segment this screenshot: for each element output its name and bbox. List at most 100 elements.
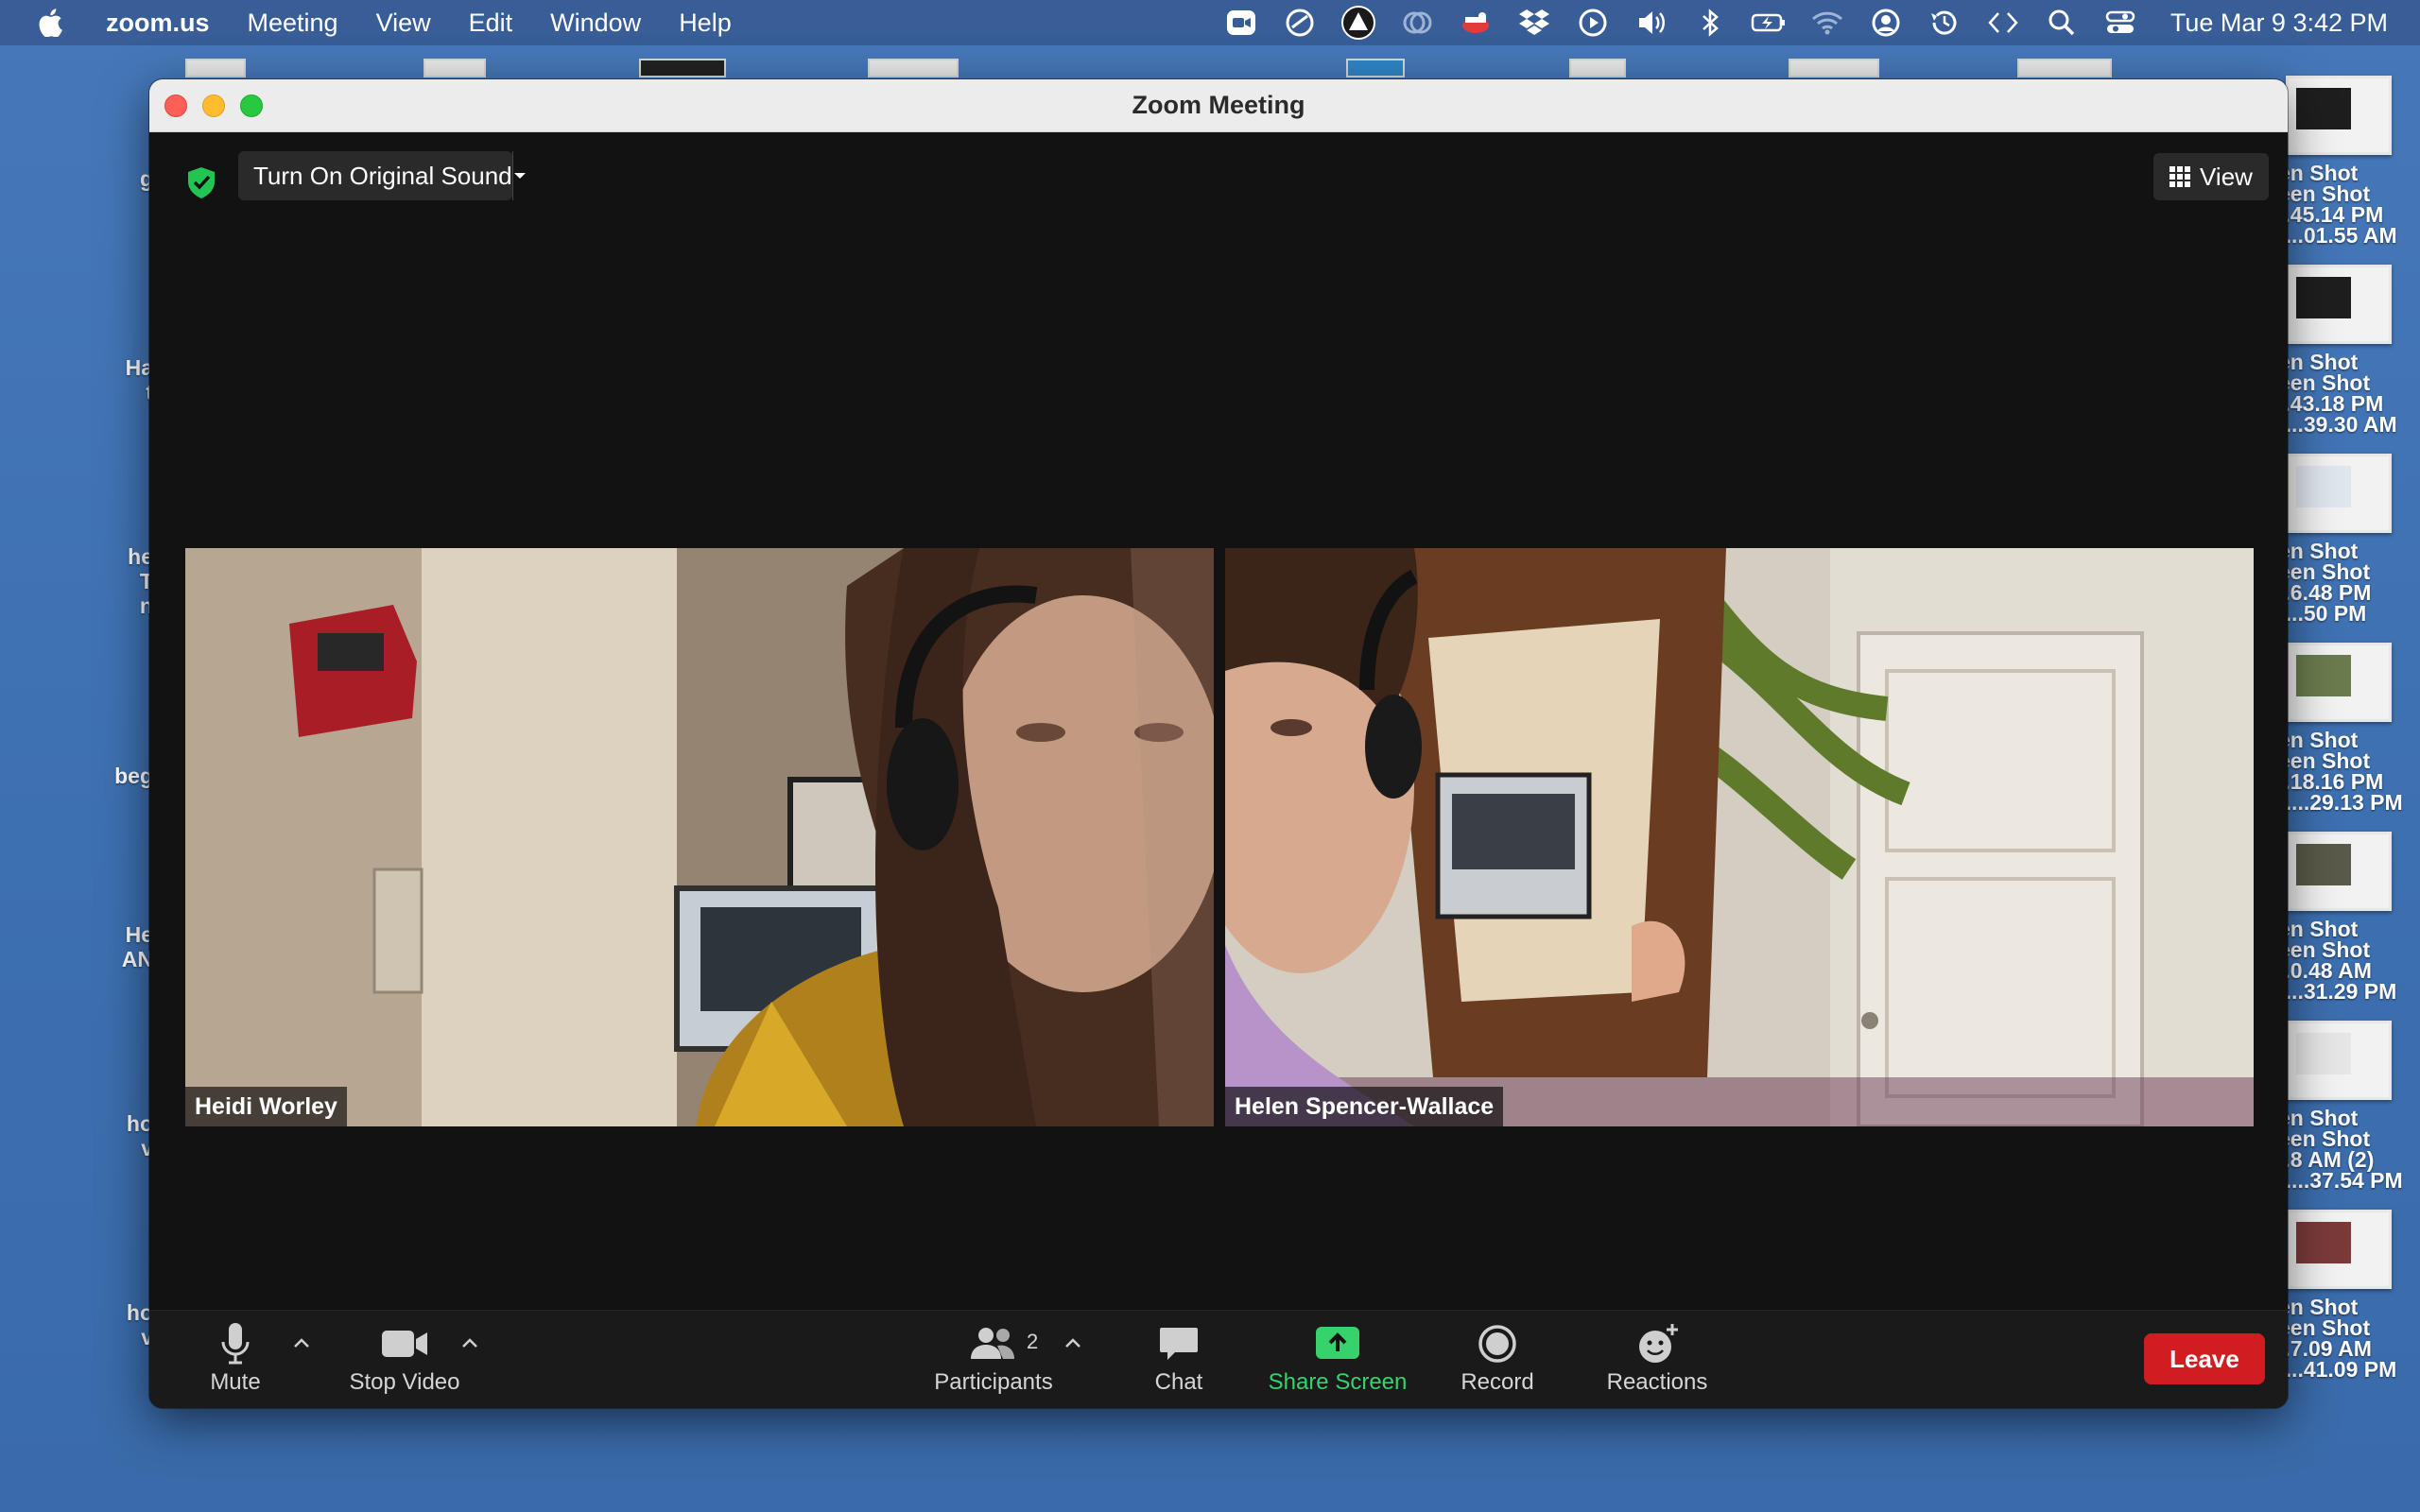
window-title: Zoom Meeting — [1132, 91, 1305, 119]
original-sound-button[interactable]: Turn On Original Sound — [238, 151, 526, 200]
menu-help[interactable]: Help — [660, 0, 751, 45]
zoom-meeting-window: Zoom Meeting Turn On Original Sound View — [149, 79, 2288, 1408]
menu-app-name[interactable]: zoom.us — [87, 0, 229, 45]
desktop-file-thumb[interactable] — [1789, 59, 1879, 77]
desktop-file-thumb[interactable] — [868, 59, 959, 77]
participant-name-tag: Heidi Worley — [185, 1087, 347, 1126]
time-machine-icon[interactable] — [1924, 0, 1965, 45]
screenshot-thumbnail — [2286, 76, 2392, 155]
desktop-file-label: en Shot een Shot ..0.48 AM )...31.29 PM — [2278, 917, 2397, 1004]
bluetooth-icon[interactable] — [1689, 0, 1731, 45]
participant-count: 2 — [1027, 1330, 1039, 1353]
wifi-icon[interactable] — [1806, 0, 1848, 45]
dropbox-icon[interactable] — [1513, 0, 1555, 45]
participant-name-tag: Helen Spencer-Wallace — [1225, 1087, 1504, 1126]
desktop-file-label[interactable]: ho v — [81, 1300, 153, 1349]
leave-button[interactable]: Leave — [2144, 1333, 2265, 1384]
desktop-file-label: en Shot een Shot ..8 AM (2) )....37.54 P… — [2278, 1106, 2403, 1193]
play-icon[interactable] — [1572, 0, 1614, 45]
desktop-file-label: en Shot een Shot ..18.16 PM )....29.13 P… — [2278, 728, 2403, 815]
screenshot-thumbnail — [2286, 643, 2392, 722]
desktop-file-label[interactable]: he T n — [81, 544, 153, 618]
share-screen-icon — [1314, 1320, 1361, 1367]
chat-button[interactable]: Chat — [1127, 1320, 1231, 1405]
chevron-up-icon[interactable] — [1061, 1333, 1085, 1352]
stop-video-button[interactable]: Stop Video — [338, 1320, 471, 1405]
screenshot-thumbnail — [2286, 1210, 2392, 1289]
desktop-file-thumb[interactable] — [2017, 59, 2112, 77]
sync-icon[interactable] — [1279, 0, 1321, 45]
user-icon[interactable] — [1865, 0, 1907, 45]
chat-icon — [1158, 1320, 1200, 1367]
chevron-up-icon[interactable] — [289, 1333, 314, 1352]
participant-video-feed — [185, 548, 1214, 1126]
desktop-file-label[interactable]: g — [81, 166, 153, 191]
triangle-app-icon[interactable] — [1338, 0, 1379, 45]
screenshot-thumbnail — [2286, 265, 2392, 344]
desktop-file-label: en Shot een Shot ..6.48 PM )...50 PM — [2278, 539, 2372, 626]
extension-icon[interactable] — [1455, 0, 1496, 45]
reactions-button[interactable]: Reactions — [1586, 1320, 1728, 1405]
desktop-file-label[interactable]: Ha t — [81, 355, 153, 404]
video-tile[interactable]: Helen Spencer-Wallace — [1225, 548, 2254, 1126]
participants-button[interactable]: Participants — [923, 1320, 1064, 1405]
microphone-icon — [216, 1320, 254, 1367]
desktop-file-thumb[interactable] — [639, 59, 726, 77]
record-label: Record — [1461, 1369, 1534, 1395]
screenshot-thumbnail — [2286, 1021, 2392, 1100]
mute-label: Mute — [210, 1369, 261, 1395]
reactions-icon — [1634, 1320, 1680, 1367]
original-sound-label: Turn On Original Sound — [253, 161, 512, 190]
chat-label: Chat — [1154, 1369, 1203, 1395]
screenshot-thumbnail — [2286, 454, 2392, 533]
desktop-file-label[interactable]: ho v — [81, 1111, 153, 1160]
close-window-button[interactable] — [164, 94, 187, 117]
chevron-down-icon[interactable] — [511, 151, 527, 200]
menu-edit[interactable]: Edit — [450, 0, 532, 45]
share-screen-label: Share Screen — [1268, 1369, 1408, 1395]
window-controls — [164, 94, 263, 117]
chevron-up-icon[interactable] — [458, 1333, 482, 1352]
menu-view[interactable]: View — [357, 0, 450, 45]
menu-meeting[interactable]: Meeting — [229, 0, 357, 45]
desktop-file-thumb[interactable] — [1569, 59, 1626, 77]
mute-button[interactable]: Mute — [183, 1320, 287, 1405]
desktop-file-thumb[interactable] — [424, 59, 486, 77]
participant-video-feed — [1225, 548, 2254, 1126]
desktop-file-thumb[interactable] — [1346, 59, 1405, 77]
desktop-file-label[interactable]: beg — [81, 764, 153, 788]
menu-window[interactable]: Window — [531, 0, 660, 45]
desktop-file-label: en Shot een Shot ..7.09 AM )...41.09 PM — [2278, 1295, 2397, 1382]
record-icon — [1478, 1320, 1517, 1367]
window-titlebar[interactable]: Zoom Meeting — [149, 79, 2288, 132]
zoom-icon[interactable] — [1220, 0, 1262, 45]
minimize-window-button[interactable] — [202, 94, 225, 117]
eye-icon[interactable] — [1396, 0, 1438, 45]
video-tile[interactable]: Heidi Worley — [185, 548, 1214, 1126]
menu-bar: zoom.us Meeting View Edit Window Help Tu… — [0, 0, 2420, 45]
desktop-file-label: en Shot een Shot ..43.18 PM )...39.30 AM — [2278, 350, 2397, 437]
maximize-window-button[interactable] — [240, 94, 263, 117]
grid-icon — [2169, 166, 2191, 187]
reactions-label: Reactions — [1606, 1369, 1708, 1395]
status-area: Tue Mar 9 3:42 PM — [1212, 0, 2420, 45]
meeting-stage: Turn On Original Sound View Heidi Worley… — [149, 132, 2288, 1408]
desktop-file-label[interactable]: He AN — [81, 922, 153, 971]
desktop-file-label: en Shot een Shot ..45.14 PM )...01.55 AM — [2278, 161, 2397, 248]
apple-menu-icon[interactable] — [38, 0, 76, 45]
desktop-file-thumb[interactable] — [185, 59, 246, 77]
record-button[interactable]: Record — [1441, 1320, 1554, 1405]
search-icon[interactable] — [2041, 0, 2083, 45]
battery-icon[interactable] — [1748, 0, 1789, 45]
control-center-icon[interactable] — [2100, 0, 2141, 45]
code-icon[interactable] — [1982, 0, 2024, 45]
stop-video-label: Stop Video — [349, 1369, 460, 1395]
meeting-control-bar: Mute Stop Video Participants 2 Chat Shar… — [149, 1310, 2288, 1408]
share-screen-button[interactable]: Share Screen — [1257, 1320, 1418, 1405]
volume-icon[interactable] — [1631, 0, 1672, 45]
view-label: View — [2200, 162, 2253, 191]
screenshot-thumbnail — [2286, 832, 2392, 911]
encryption-shield-icon[interactable] — [183, 164, 219, 200]
view-button[interactable]: View — [2153, 153, 2269, 200]
menu-clock[interactable]: Tue Mar 9 3:42 PM — [2150, 9, 2420, 38]
